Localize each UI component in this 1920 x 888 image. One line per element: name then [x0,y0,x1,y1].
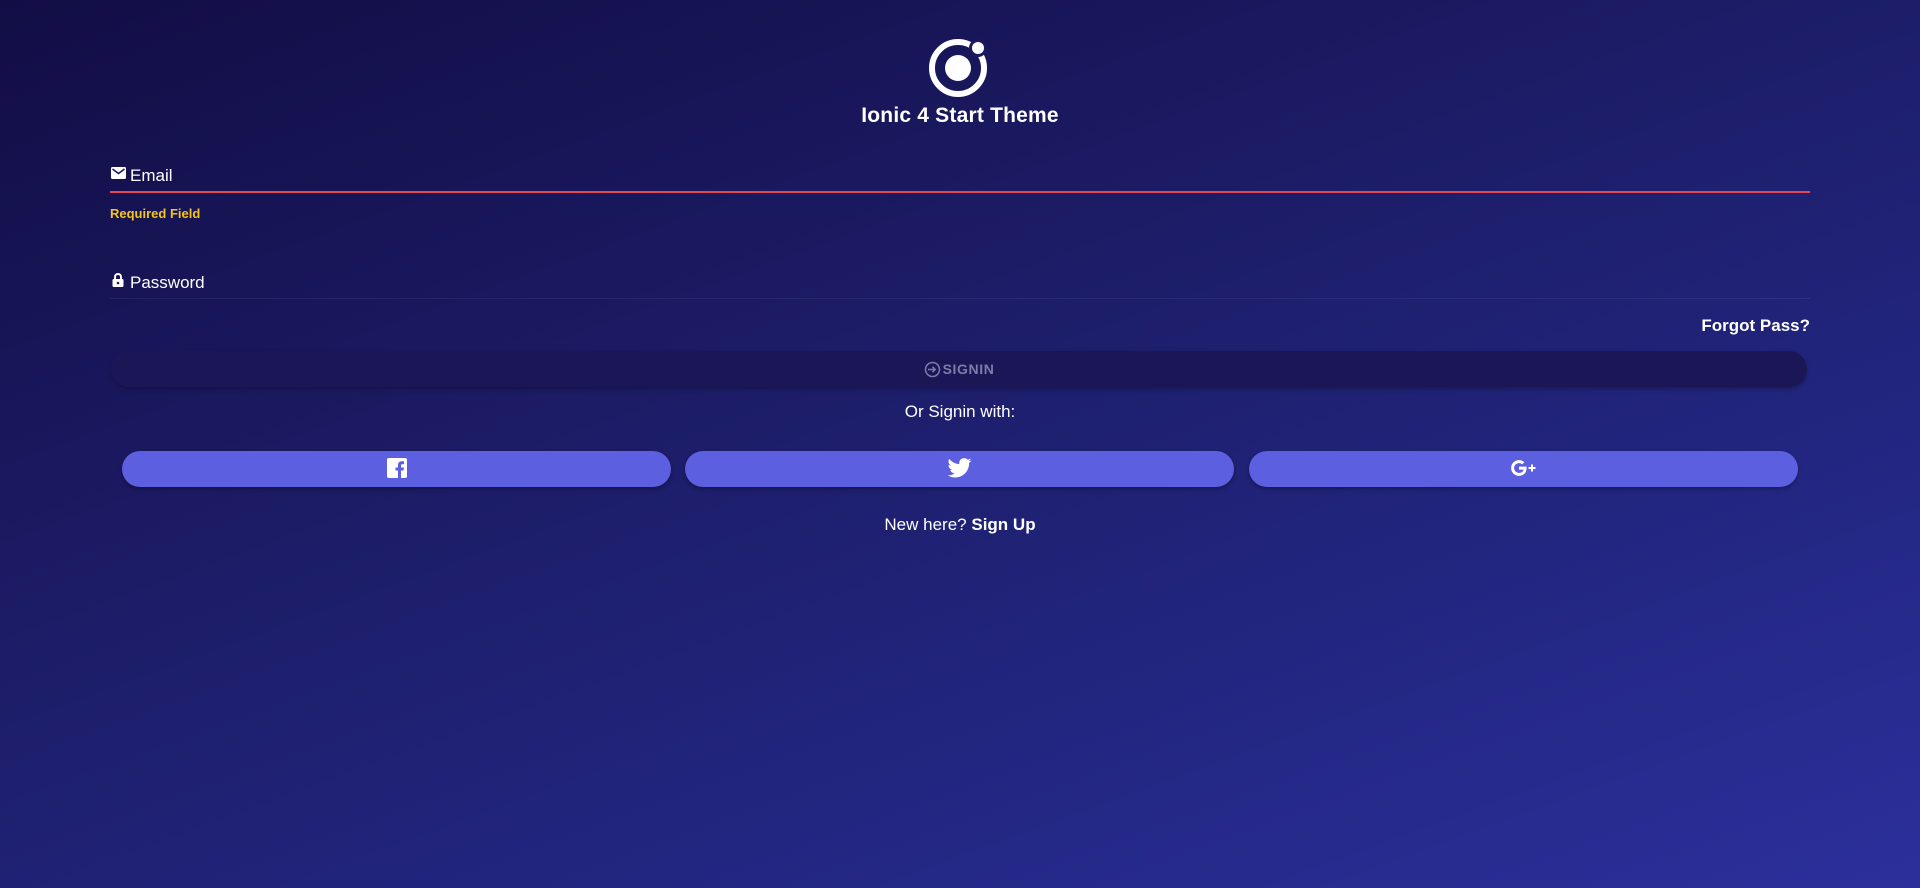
twitter-icon [947,457,972,481]
logo-container [0,34,1920,98]
signup-link[interactable]: Sign Up [971,515,1035,534]
google-plus-icon [1510,459,1538,480]
twitter-signin-button[interactable] [685,451,1234,487]
mail-icon [110,165,126,181]
email-input[interactable] [130,163,1810,189]
signin-button[interactable]: SIGNIN [111,351,1807,387]
facebook-icon [386,457,407,481]
password-input[interactable] [130,270,1810,296]
log-in-icon [924,361,941,378]
google-plus-signin-button[interactable] [1249,451,1798,487]
lock-icon [110,272,126,288]
email-field [110,161,1810,193]
forgot-password-link[interactable]: Forgot Pass? [1701,316,1810,336]
signin-button-label: SIGNIN [942,361,995,377]
social-signin-prompt: Or Signin with: [904,402,1016,421]
email-error-message: Required Field [110,206,201,221]
signup-prompt-text: New here? [884,515,967,534]
ionic-logo-icon [929,39,987,97]
password-field [110,268,1810,299]
app-title: Ionic 4 Start Theme [861,104,1059,127]
facebook-signin-button[interactable] [122,451,671,487]
signup-prompt-line: New here? Sign Up [0,515,1920,535]
